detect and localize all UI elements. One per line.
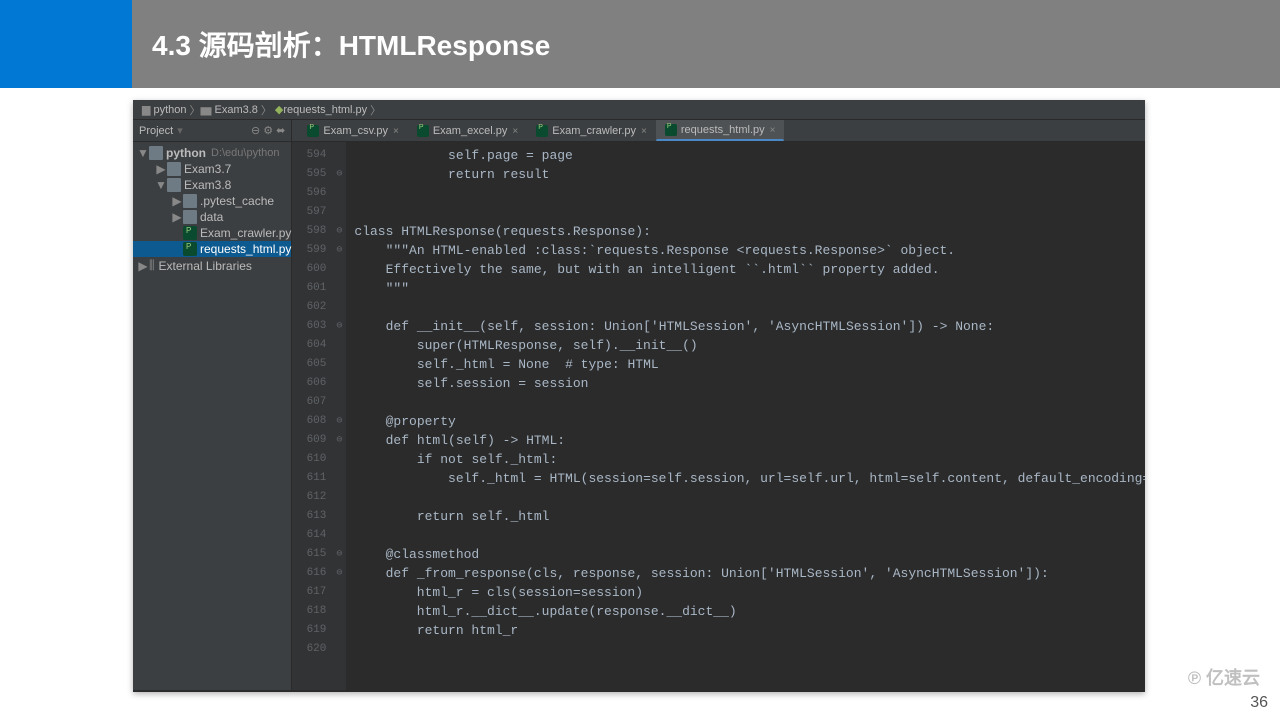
close-icon[interactable]: × bbox=[641, 126, 647, 137]
fold-column[interactable]: ⊖⊖⊖⊖⊖⊖⊖⊖ bbox=[332, 142, 346, 690]
breadcrumb-root: python bbox=[153, 104, 186, 116]
folder-icon: ▆ bbox=[142, 103, 150, 116]
code-area[interactable]: self.page = page return resultclass HTML… bbox=[346, 142, 1145, 690]
code-editor[interactable]: 5945955965975985996006016026036046056066… bbox=[292, 142, 1145, 690]
close-icon[interactable]: × bbox=[512, 126, 518, 137]
tree-item-requests_html-py[interactable]: requests_html.py bbox=[133, 241, 291, 257]
line-gutter: 5945955965975985996006016026036046056066… bbox=[292, 142, 332, 690]
page-number: 36 bbox=[1250, 694, 1268, 712]
watermark: ℗ 亿速云 bbox=[1188, 664, 1260, 690]
editor-tabs[interactable]: Exam_csv.py×Exam_excel.py×Exam_crawler.p… bbox=[292, 120, 1145, 142]
tab-Exam_crawler-py[interactable]: Exam_crawler.py× bbox=[527, 121, 656, 141]
tree-item--pytest_cache[interactable]: ▶.pytest_cache bbox=[133, 193, 291, 209]
project-sidebar[interactable]: Project ▾ ⊖ ⚙ ⬌ ▼pythonD:\edu\python▶Exa… bbox=[133, 120, 292, 690]
ide-window: ▆ python 〉▆ Exam3.8 〉 ◆ requests_html.py… bbox=[133, 100, 1145, 692]
tree-item-Exam3-8[interactable]: ▼Exam3.8 bbox=[133, 177, 291, 193]
project-header[interactable]: Project ▾ ⊖ ⚙ ⬌ bbox=[133, 120, 291, 142]
breadcrumb[interactable]: ▆ python 〉▆ Exam3.8 〉 ◆ requests_html.py… bbox=[133, 100, 1145, 120]
tree-external-libs[interactable]: ▶⫼External Libraries bbox=[133, 257, 291, 274]
project-label: Project bbox=[139, 125, 173, 137]
slide-accent bbox=[0, 0, 132, 88]
close-icon[interactable]: × bbox=[393, 126, 399, 137]
tree-item-Exam3-7[interactable]: ▶Exam3.7 bbox=[133, 161, 291, 177]
project-tree[interactable]: ▼pythonD:\edu\python▶Exam3.7▼Exam3.8▶.py… bbox=[133, 142, 291, 274]
tree-item-data[interactable]: ▶data bbox=[133, 209, 291, 225]
breadcrumb-folder: Exam3.8 bbox=[215, 104, 258, 116]
tree-item-Exam_crawler-py[interactable]: Exam_crawler.py bbox=[133, 225, 291, 241]
breadcrumb-file: requests_html.py bbox=[283, 104, 367, 116]
tab-requests_html-py[interactable]: requests_html.py× bbox=[656, 120, 785, 141]
tab-Exam_csv-py[interactable]: Exam_csv.py× bbox=[298, 121, 407, 141]
tab-Exam_excel-py[interactable]: Exam_excel.py× bbox=[408, 121, 527, 141]
slide-title: 4.3 源码剖析：HTMLResponse bbox=[132, 0, 1280, 88]
tree-root[interactable]: ▼pythonD:\edu\python bbox=[133, 145, 291, 161]
python-icon: ◆ bbox=[275, 103, 283, 116]
collapse-icon[interactable]: ⊖ ⚙ ⬌ bbox=[251, 124, 285, 137]
close-icon[interactable]: × bbox=[770, 125, 776, 136]
